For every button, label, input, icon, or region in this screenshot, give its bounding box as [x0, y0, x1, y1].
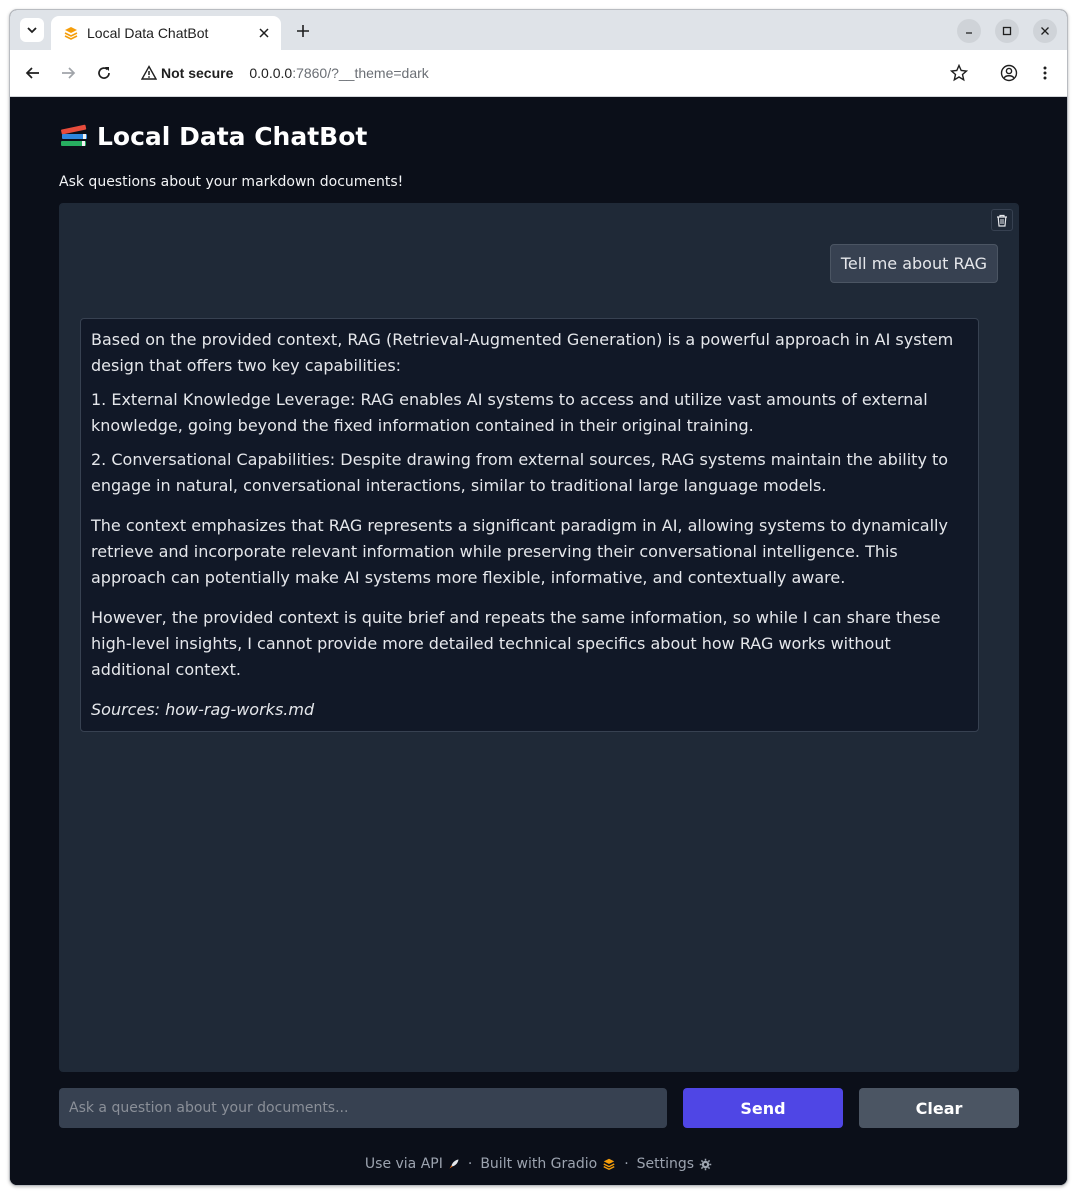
profile-button[interactable]	[998, 62, 1020, 84]
bookmark-button[interactable]	[948, 62, 970, 84]
send-button[interactable]: Send	[683, 1088, 843, 1128]
menu-button[interactable]	[1034, 62, 1056, 84]
account-icon	[1000, 64, 1018, 82]
gradio-app: Local Data ChatBot Ask questions about y…	[10, 98, 1067, 1185]
star-icon	[950, 64, 968, 82]
back-button[interactable]	[22, 62, 44, 84]
settings-link[interactable]: Settings	[637, 1156, 712, 1172]
trash-icon	[997, 214, 1007, 227]
kebab-menu-icon	[1043, 66, 1047, 80]
tab-search-button[interactable]	[20, 18, 44, 42]
tab-strip: Local Data ChatBot	[10, 10, 1067, 50]
minimize-button[interactable]	[957, 19, 981, 43]
use-via-api-label: Use via API	[364, 1156, 443, 1172]
maximize-button[interactable]	[995, 19, 1019, 43]
chatbot-panel: Tell me about RAG Based on the provided …	[59, 203, 1019, 1072]
warning-icon	[141, 65, 157, 80]
forward-button[interactable]	[57, 62, 79, 84]
bot-message-sources: Sources: how-rag-works.md	[91, 700, 315, 719]
browser-window: Local Data ChatBot Not secure 0.0.0.0:7…	[9, 9, 1068, 1186]
use-via-api-link[interactable]: Use via API	[365, 1156, 460, 1172]
bot-message-item: 2. Conversational Capabilities: Despite …	[91, 450, 949, 495]
plus-icon	[297, 25, 309, 37]
built-with-gradio-label: Built with Gradio	[480, 1156, 598, 1172]
browser-toolbar: Not secure 0.0.0.0:7860/?__theme=dark	[10, 50, 1067, 97]
rocket-icon	[449, 1159, 459, 1169]
clear-button[interactable]: Clear	[859, 1088, 1019, 1128]
maximize-icon	[1002, 26, 1012, 36]
bot-message-item: 1. External Knowledge Leverage: RAG enab…	[91, 390, 928, 435]
reload-icon	[98, 67, 110, 79]
close-icon	[1041, 27, 1049, 35]
url-host: 0.0.0.0	[249, 65, 293, 81]
browser-tab[interactable]: Local Data ChatBot	[51, 16, 281, 50]
app-subtitle: Ask questions about your markdown docume…	[59, 174, 404, 190]
arrow-left-icon	[25, 67, 39, 79]
minimize-icon	[966, 32, 972, 34]
footer-separator: ·	[467, 1156, 473, 1172]
page-title: Local Data ChatBot	[59, 122, 367, 151]
bot-message-paragraph: However, the provided context is quite b…	[91, 608, 941, 679]
footer-separator: ·	[624, 1156, 629, 1172]
question-input[interactable]	[59, 1088, 667, 1128]
bot-message: Based on the provided context, RAG (Retr…	[80, 318, 979, 732]
books-icon	[61, 124, 87, 146]
close-icon	[259, 28, 269, 38]
bot-message-paragraph: The context emphasizes that RAG represen…	[91, 516, 948, 587]
tab-close-button[interactable]	[255, 24, 273, 42]
new-tab-button[interactable]	[292, 20, 314, 42]
app-title-text: Local Data ChatBot	[97, 122, 368, 151]
close-window-button[interactable]	[1033, 19, 1057, 43]
settings-label: Settings	[636, 1156, 695, 1172]
address-bar[interactable]: Not secure 0.0.0.0:7860/?__theme=dark	[131, 56, 983, 90]
arrow-right-icon	[62, 67, 76, 79]
footer: Use via API · Built with Gradio · Settin…	[10, 1156, 1067, 1172]
built-with-gradio-link[interactable]: Built with Gradio	[480, 1156, 616, 1172]
security-label[interactable]: Not secure	[161, 65, 233, 81]
input-row: Send Clear	[59, 1088, 1019, 1128]
clear-chat-button[interactable]	[991, 209, 1013, 231]
gear-icon	[699, 1158, 712, 1170]
bot-message-intro: Based on the provided context, RAG (Retr…	[91, 330, 954, 375]
chevron-down-icon	[27, 27, 37, 34]
gradio-favicon-icon	[64, 27, 78, 40]
url-path: :7860/?__theme=dark	[292, 65, 429, 81]
tab-title: Local Data ChatBot	[87, 25, 209, 41]
reload-button[interactable]	[93, 62, 115, 84]
user-message: Tell me about RAG	[829, 244, 998, 283]
gradio-logo-icon	[603, 1158, 615, 1171]
